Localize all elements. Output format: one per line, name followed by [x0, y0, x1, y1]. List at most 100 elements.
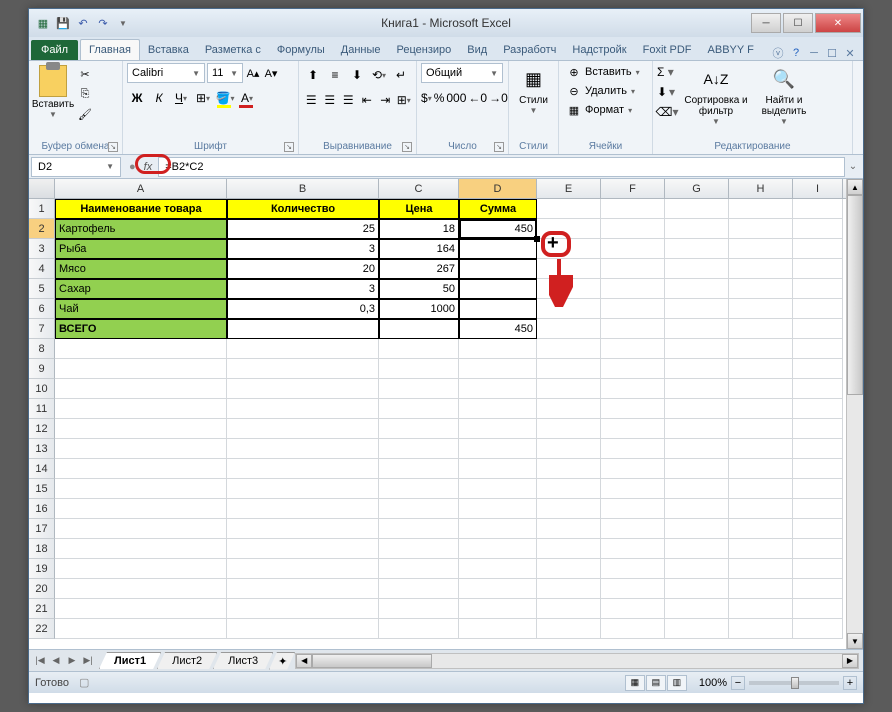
fbar-circle-icon[interactable]: ●	[129, 161, 136, 173]
cell[interactable]	[665, 219, 729, 239]
row-header-6[interactable]: 6	[29, 299, 55, 319]
cell[interactable]	[459, 599, 537, 619]
cell[interactable]	[55, 379, 227, 399]
col-header-d[interactable]: D	[459, 179, 537, 198]
cell[interactable]	[379, 399, 459, 419]
file-tab[interactable]: Файл	[31, 40, 78, 60]
delete-cells-button[interactable]: ⊖Удалить▾	[563, 82, 644, 100]
cell[interactable]	[379, 339, 459, 359]
cell[interactable]	[601, 379, 665, 399]
font-size-selector[interactable]: 11▼	[207, 63, 243, 83]
orientation-icon[interactable]: ⟲▾	[369, 65, 389, 85]
cell[interactable]	[601, 419, 665, 439]
percent-icon[interactable]: %	[434, 88, 445, 108]
cell[interactable]	[55, 479, 227, 499]
cell-c1[interactable]: Цена	[379, 199, 459, 219]
cut-icon[interactable]: ✂	[76, 65, 94, 83]
close-button[interactable]: ✕	[815, 13, 861, 33]
cell[interactable]	[729, 619, 793, 639]
cell[interactable]	[459, 379, 537, 399]
row-header-19[interactable]: 19	[29, 559, 55, 579]
cell[interactable]	[379, 439, 459, 459]
cell-a2[interactable]: Картофель	[55, 219, 227, 239]
zoom-level[interactable]: 100%	[699, 677, 727, 689]
cell[interactable]	[793, 419, 843, 439]
row-header-18[interactable]: 18	[29, 539, 55, 559]
cell[interactable]	[793, 359, 843, 379]
align-middle-icon[interactable]: ≡	[325, 65, 345, 85]
cell[interactable]	[379, 599, 459, 619]
cell[interactable]	[729, 539, 793, 559]
minimize-button[interactable]: ─	[751, 13, 781, 33]
select-all-corner[interactable]	[29, 179, 55, 198]
cell[interactable]	[601, 459, 665, 479]
dialog-launcher-icon[interactable]: ↘	[284, 142, 294, 152]
cell[interactable]	[379, 499, 459, 519]
cell-c3[interactable]: 164	[379, 239, 459, 259]
formula-input[interactable]: =B2*C2	[158, 157, 845, 177]
macro-record-icon[interactable]: ▢	[79, 676, 89, 689]
clear-icon[interactable]: ⌫▾	[657, 103, 677, 121]
cell[interactable]	[379, 459, 459, 479]
shrink-font-icon[interactable]: A▾	[263, 63, 279, 83]
format-cells-button[interactable]: ▦Формат▾	[563, 101, 644, 119]
cell[interactable]	[601, 559, 665, 579]
cell[interactable]	[459, 619, 537, 639]
tab-review[interactable]: Рецензиро	[389, 40, 460, 60]
cell[interactable]	[379, 559, 459, 579]
insert-cells-button[interactable]: ⊕Вставить▾	[563, 63, 644, 81]
cell[interactable]	[227, 399, 379, 419]
tab-abbyy[interactable]: ABBYY F	[700, 40, 762, 60]
currency-icon[interactable]: $▾	[421, 88, 432, 108]
row-header-1[interactable]: 1	[29, 199, 55, 219]
cell-a1[interactable]: Наименование товара	[55, 199, 227, 219]
col-header-f[interactable]: F	[601, 179, 665, 198]
cell[interactable]	[729, 579, 793, 599]
cell[interactable]	[601, 619, 665, 639]
cell[interactable]	[665, 599, 729, 619]
cell[interactable]	[665, 519, 729, 539]
scroll-thumb[interactable]	[847, 195, 863, 395]
cell[interactable]	[227, 619, 379, 639]
cell-d1[interactable]: Сумма	[459, 199, 537, 219]
cell[interactable]	[601, 239, 665, 259]
cell[interactable]	[537, 439, 601, 459]
cell[interactable]	[665, 339, 729, 359]
new-sheet-button[interactable]: ✦	[269, 652, 295, 670]
cell-a5[interactable]: Сахар	[55, 279, 227, 299]
cell[interactable]	[793, 279, 843, 299]
cell[interactable]	[379, 379, 459, 399]
align-bottom-icon[interactable]: ⬇	[347, 65, 367, 85]
help-icon[interactable]: ?	[789, 46, 803, 60]
view-normal-icon[interactable]: ▦	[625, 675, 645, 691]
align-top-icon[interactable]: ⬆	[303, 65, 323, 85]
cell[interactable]	[379, 539, 459, 559]
cell[interactable]	[601, 579, 665, 599]
cell[interactable]	[55, 359, 227, 379]
sheet-tab-3[interactable]: Лист3	[213, 652, 273, 669]
find-select-button[interactable]: 🔍 Найти и выделить ▼	[755, 63, 813, 152]
dialog-launcher-icon[interactable]: ↘	[494, 142, 504, 152]
cell[interactable]	[227, 379, 379, 399]
maximize-button[interactable]: ☐	[783, 13, 813, 33]
cell[interactable]	[55, 599, 227, 619]
cell[interactable]	[793, 539, 843, 559]
cell[interactable]	[537, 479, 601, 499]
cell[interactable]	[227, 579, 379, 599]
cell[interactable]	[537, 339, 601, 359]
cell[interactable]	[601, 299, 665, 319]
cell[interactable]	[55, 399, 227, 419]
cell[interactable]	[227, 339, 379, 359]
sheet-nav-first-icon[interactable]: |◀	[33, 655, 47, 666]
cell-d2[interactable]: 450	[459, 219, 537, 239]
cell[interactable]	[665, 559, 729, 579]
cell[interactable]	[537, 419, 601, 439]
cell[interactable]	[729, 459, 793, 479]
row-header-9[interactable]: 9	[29, 359, 55, 379]
cell[interactable]	[227, 599, 379, 619]
cell[interactable]	[459, 419, 537, 439]
cell-d6[interactable]	[459, 299, 537, 319]
cell-d4[interactable]	[459, 259, 537, 279]
underline-button[interactable]: Ч▾	[171, 88, 191, 108]
cell[interactable]	[55, 579, 227, 599]
